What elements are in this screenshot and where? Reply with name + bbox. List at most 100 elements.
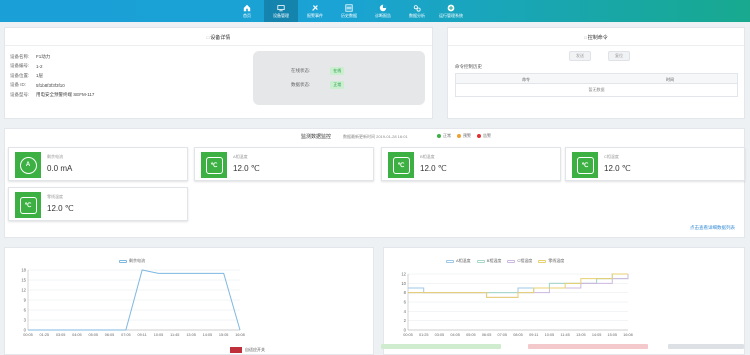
temperature-chart: 0 2 4 6 8 10 12 00:05 01:25 03:05 04:05 05:05 06:05 0… [401,272,632,338]
y-tick-label: 6 [404,300,407,305]
x-tick-label: 09:11 [138,333,147,337]
data-status-row: 数据状态: 正常 [291,81,345,89]
legend-swatch [446,259,454,263]
metric-card-residual-current[interactable]: A 剩余电流 0.0 mA [8,147,188,181]
metric-card-c-temp[interactable]: ℃ C相温度 12.0 ℃ [565,147,745,181]
x-tick-label: 13:05 [576,333,586,337]
nav-item-6[interactable]: 运行管理系统 [434,0,468,22]
x-tick-label: 06:05 [105,333,115,337]
legend-swatch [507,259,516,263]
nav-item-label: 运行管理系统 [439,12,463,18]
x-tick-label: 01:25 [419,333,429,337]
metric-name: 零线温度 [47,194,63,199]
monitor-panel [4,128,745,238]
add-icon [447,4,455,12]
metric-value: 12.0 ℃ [233,164,260,173]
nav-item-label: 数据分析 [409,12,425,18]
x-tick-label: 16:08 [235,333,245,337]
y-tick-label: 0 [404,328,407,333]
send-command-button[interactable]: 发送 [569,51,591,61]
analysis-icon [413,4,421,12]
device-field-row: 设备编号: 1-2 [10,63,43,69]
x-tick-label: 03:05 [435,333,445,337]
reset-button[interactable]: 复位 [608,51,630,61]
x-tick-label: 00:05 [23,333,33,337]
device-field-row: 设备 ID: 5f1b8f3f3f3f10 [10,82,65,88]
device-status-box: 在线状态: 在线 数据状态: 正常 [253,51,425,105]
legend-dot-normal [437,134,441,138]
status-bar-green [381,344,501,349]
device-field-row: 设备型号: 用电安全预警终端 SEFM-117 [10,91,95,97]
metric-card-a-temp[interactable]: ℃ A相温度 12.0 ℃ [194,147,374,181]
x-tick-label: 04:05 [72,333,82,337]
legend-swatch [476,259,485,263]
device-field-row: 设备名称: F1动力 [10,53,51,59]
x-tick-label: 11:45 [170,333,179,337]
nav-item-2[interactable]: 报警事件 [298,0,332,22]
y-tick-label: 6 [24,308,27,313]
y-tick-label: 3 [24,318,27,323]
main-nav: 首页 设备管理 报警事件 历史数据 诊断报告 数据分析 运行管理系统 [230,0,468,22]
device-detail-title: □ 设备详情 [206,35,231,41]
x-tick-label: 08:05 [513,333,523,337]
x-tick-label: 11:45 [561,333,570,337]
column-header-command: 命令 [522,77,530,82]
x-tick-label: 10:05 [545,333,555,337]
y-tick-label: 4 [404,309,407,314]
column-header-time: 时间 [666,77,674,82]
nav-item-3[interactable]: 历史数据 [332,0,366,22]
top-nav-bar: 首页 设备管理 报警事件 历史数据 诊断报告 数据分析 运行管理系统 [0,0,750,22]
table-header: 命令 时间 [456,74,737,84]
x-tick-label: 14:05 [592,333,602,337]
command-history-table: 命令 时间 暂无数据 [455,73,738,97]
view-detail-list-link[interactable]: 点击查看详细数据列表 [690,225,735,231]
x-tick-label: 01:25 [40,333,50,337]
y-tick-label: 15 [21,278,26,283]
current-chart-legend: 剩余电流 [113,258,145,264]
command-history-label: 命令控制历史 [455,64,482,69]
legend-swatch [119,259,127,263]
device-icon [277,4,285,12]
report-icon [379,4,387,12]
metric-name: A相温度 [233,154,248,159]
online-status-row: 在线状态: 在线 [291,67,345,75]
x-tick-label: 10:05 [154,333,164,337]
nav-item-1[interactable]: 设备管理 [264,0,298,22]
metric-card-neutral-temp[interactable]: ℃ 零线温度 12.0 ℃ [8,187,188,221]
x-tick-label: 05:05 [466,333,476,337]
metric-value: 0.0 mA [47,164,73,173]
data-status-badge: 正常 [330,81,345,89]
nav-item-5[interactable]: 数据分析 [400,0,434,22]
y-tick-label: 18 [21,268,26,273]
x-tick-label: 00:05 [403,333,413,337]
metric-name: B相温度 [420,154,435,159]
thermometer-icon: ℃ [15,192,41,218]
legend-dot-warning [457,134,461,138]
x-tick-label: 07:05 [498,333,508,337]
current-icon: A [15,152,41,178]
x-tick-label: 06:05 [482,333,492,337]
x-tick-label: 05:05 [88,333,98,337]
nav-item-4[interactable]: 诊断报告 [366,0,400,22]
residual-current-chart: 0 3 6 9 12 15 18 00:05 01:25 03:05 04:05 05:05 06:05… [21,268,245,338]
metric-name: C相温度 [604,154,619,159]
x-tick-label: 15:05 [219,333,229,337]
empty-message: 暂无数据 [588,87,605,92]
status-bar-grey [668,344,744,349]
nav-item-0[interactable]: 首页 [230,0,264,22]
device-info-list: 设备名称: F1动力 设备编号: 1-2 设备位置: 1层 设备 ID: 5f1b8f3… [10,52,94,100]
y-tick-label: 9 [24,298,27,303]
metric-value: 12.0 ℃ [420,164,447,173]
y-tick-label: 10 [401,281,406,286]
alarm-icon [311,4,319,12]
metric-value: 12.0 ℃ [47,204,74,213]
monitor-title: 监测数据监控 [301,134,332,140]
history-icon [345,3,353,12]
metric-card-b-temp[interactable]: ℃ B相温度 12.0 ℃ [381,147,561,181]
monitor-update-time: 数据最新更新时间 2019-01-28 16:01 [343,134,408,139]
x-tick-label: 03:05 [56,333,66,337]
nav-item-label: 报警事件 [307,12,323,18]
adaptive-switch-button[interactable] [230,347,242,353]
command-title: □ 控制命令 [584,35,608,41]
legend-swatch [538,259,547,263]
